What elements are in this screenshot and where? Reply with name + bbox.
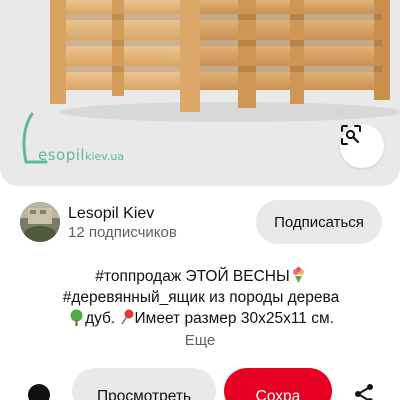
pushpin-emoji-icon xyxy=(120,309,134,325)
avatar[interactable] xyxy=(20,202,60,242)
subscribe-button[interactable]: Подписаться xyxy=(256,200,382,244)
visual-search-button[interactable] xyxy=(340,124,384,168)
description-line-2: #деревянный_ящик из породы дерева xyxy=(62,289,340,306)
avatar-image xyxy=(20,202,60,242)
view-button[interactable]: Просмотреть xyxy=(72,368,216,400)
pin-image[interactable]: esopilkiev.ua xyxy=(0,0,400,186)
logo-text: esopilkiev.ua xyxy=(38,146,125,164)
author-name[interactable]: Lesopil Kiev xyxy=(68,205,154,223)
save-button[interactable]: Сохра xyxy=(224,368,332,400)
share-icon[interactable] xyxy=(352,382,376,400)
bouquet-emoji-icon xyxy=(292,267,304,283)
description-line-1: #топпродаж ЭТОЙ ВЕСНЫ xyxy=(20,266,382,287)
action-bar: Просмотреть Сохра xyxy=(0,366,400,400)
author-row: Lesopil Kiev 12 подписчиков Подписаться xyxy=(20,200,382,246)
more-link[interactable]: Еще xyxy=(0,332,400,349)
visual-search-icon xyxy=(341,125,361,145)
pin-description: #топпродаж ЭТОЙ ВЕСНЫ #деревянный_ящик и… xyxy=(20,266,382,329)
deciduous-tree-emoji-icon xyxy=(70,309,83,326)
lesopil-logo: esopilkiev.ua xyxy=(12,112,162,168)
profile-icon[interactable] xyxy=(28,384,50,400)
subscriber-count: 12 подписчиков xyxy=(68,224,177,241)
description-line-3: дуб. Имеет размер 30x25x11 см. xyxy=(20,308,382,329)
